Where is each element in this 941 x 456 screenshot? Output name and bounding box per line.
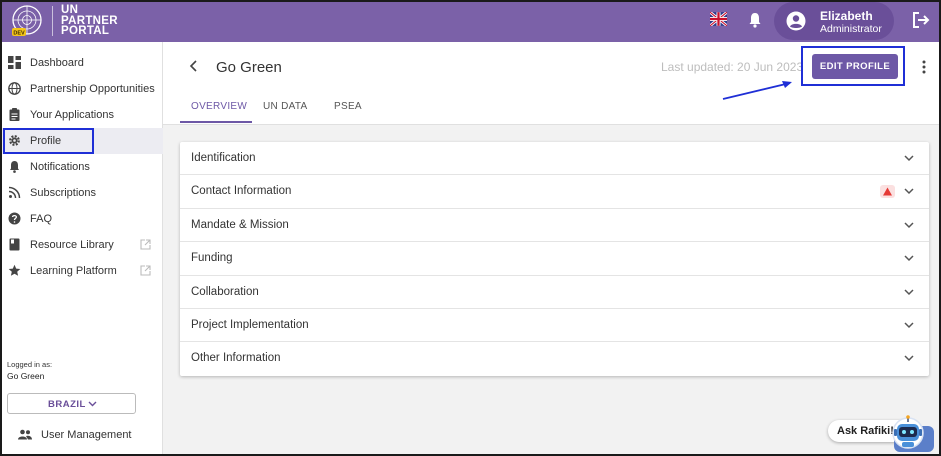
sidebar-item-faq[interactable]: FAQ	[0, 206, 163, 232]
active-tab-indicator	[180, 121, 252, 123]
sidebar-item-partnership-opportunities[interactable]: Partnership Opportunities	[0, 76, 163, 102]
section-mandate-mission[interactable]: Mandate & Mission	[180, 209, 929, 243]
section-label: Mandate & Mission	[191, 218, 289, 231]
expand-more-icon	[904, 322, 914, 329]
logout-icon[interactable]	[912, 11, 930, 29]
sidebar-item-user-management[interactable]: User Management	[0, 425, 163, 445]
dev-badge: DEV	[13, 31, 25, 37]
user-name: Elizabeth	[820, 9, 873, 23]
last-updated-text: Last updated: 20 Jun 2023	[661, 60, 804, 74]
sidebar-item-resource-library[interactable]: Resource Library	[0, 232, 163, 258]
sidebar-item-label: Resource Library	[30, 239, 114, 251]
un-logo-icon[interactable]: DEV	[8, 3, 46, 39]
sidebar-item-learning-platform[interactable]: Learning Platform	[0, 258, 163, 284]
section-contact-information[interactable]: Contact Information	[180, 175, 929, 209]
logged-in-name: Go Green	[7, 371, 45, 381]
sidebar: Dashboard Partnership Opportunities Your…	[0, 42, 163, 456]
section-other-information[interactable]: Other Information	[180, 342, 929, 375]
logo-divider	[52, 6, 53, 36]
user-menu[interactable]: Elizabeth Administrator	[774, 2, 894, 40]
help-icon	[8, 212, 21, 225]
portal-name: UN PARTNER PORTAL	[61, 5, 118, 37]
logged-in-label: Logged in as:	[7, 360, 53, 369]
bell-icon	[10, 161, 19, 173]
book-icon	[9, 238, 20, 251]
sidebar-item-label: Learning Platform	[30, 265, 117, 277]
section-identification[interactable]: Identification	[180, 142, 929, 176]
section-label: Identification	[191, 152, 256, 164]
external-link-icon	[140, 239, 151, 250]
sidebar-item-subscriptions[interactable]: Subscriptions	[0, 180, 163, 206]
dashboard-icon	[8, 56, 21, 69]
chevron-left-icon[interactable]	[189, 60, 199, 72]
clipboard-icon	[9, 108, 20, 121]
tab-psea[interactable]: PSEA	[334, 101, 362, 112]
user-role: Administrator	[820, 23, 882, 35]
sidebar-item-dashboard[interactable]: Dashboard	[0, 50, 163, 76]
sidebar-item-your-applications[interactable]: Your Applications	[0, 102, 163, 128]
expand-more-icon	[904, 188, 914, 195]
sidebar-item-label: Dashboard	[30, 57, 84, 69]
portal-name-line: UN	[61, 4, 79, 16]
star-icon	[8, 264, 21, 276]
sidebar-item-label: Notifications	[30, 161, 90, 173]
section-label: Collaboration	[191, 285, 259, 298]
expand-more-icon	[904, 255, 914, 262]
section-label: Other Information	[191, 352, 281, 365]
robot-icon[interactable]	[888, 414, 934, 452]
section-label: Project Implementation	[191, 319, 309, 331]
sidebar-item-notifications[interactable]: Notifications	[0, 154, 163, 180]
expand-more-icon	[904, 155, 914, 162]
top-app-bar: DEV UN PARTNER PORTAL Elizabeth Administ…	[0, 0, 941, 42]
expand-more-icon	[904, 355, 914, 362]
page-title: Go Green	[216, 59, 282, 76]
tab-un-data[interactable]: UN DATA	[263, 101, 308, 112]
uk-flag-icon[interactable]	[710, 12, 727, 26]
ask-rafiki-label: Ask Rafiki!	[837, 425, 894, 437]
more-vert-icon[interactable]	[922, 60, 926, 74]
annotation-arrow	[722, 81, 792, 100]
section-project-implementation[interactable]: Project Implementation	[180, 309, 929, 343]
portal-name-line: PORTAL	[61, 25, 110, 37]
bell-icon[interactable]	[748, 12, 762, 28]
tab-overview[interactable]: OVERVIEW	[191, 101, 247, 112]
sidebar-item-label: Partnership Opportunities	[30, 83, 155, 95]
account-circle-icon	[786, 11, 806, 31]
highlight-box-edit-profile	[801, 46, 905, 86]
section-funding[interactable]: Funding	[180, 242, 929, 276]
sidebar-item-label: FAQ	[30, 213, 53, 225]
rss-icon	[8, 186, 21, 199]
external-link-icon	[140, 265, 151, 276]
section-label: Contact Information	[191, 185, 292, 198]
chevron-down-icon	[88, 401, 97, 407]
sidebar-item-label: User Management	[41, 429, 132, 441]
country-label: BRAZIL	[48, 399, 86, 410]
expand-more-icon	[904, 289, 914, 295]
expand-more-icon	[904, 222, 914, 228]
people-icon	[18, 429, 32, 440]
profile-sections: Identification Contact Information Manda…	[180, 142, 929, 376]
warning-icon	[880, 185, 895, 199]
sidebar-item-label: Subscriptions	[30, 187, 97, 199]
section-collaboration[interactable]: Collaboration	[180, 276, 929, 309]
sidebar-item-label: Your Applications	[30, 109, 114, 121]
highlight-box-profile	[3, 128, 94, 154]
country-selector[interactable]: BRAZIL	[7, 393, 136, 414]
section-label: Funding	[191, 252, 233, 265]
globe-icon	[8, 82, 21, 95]
